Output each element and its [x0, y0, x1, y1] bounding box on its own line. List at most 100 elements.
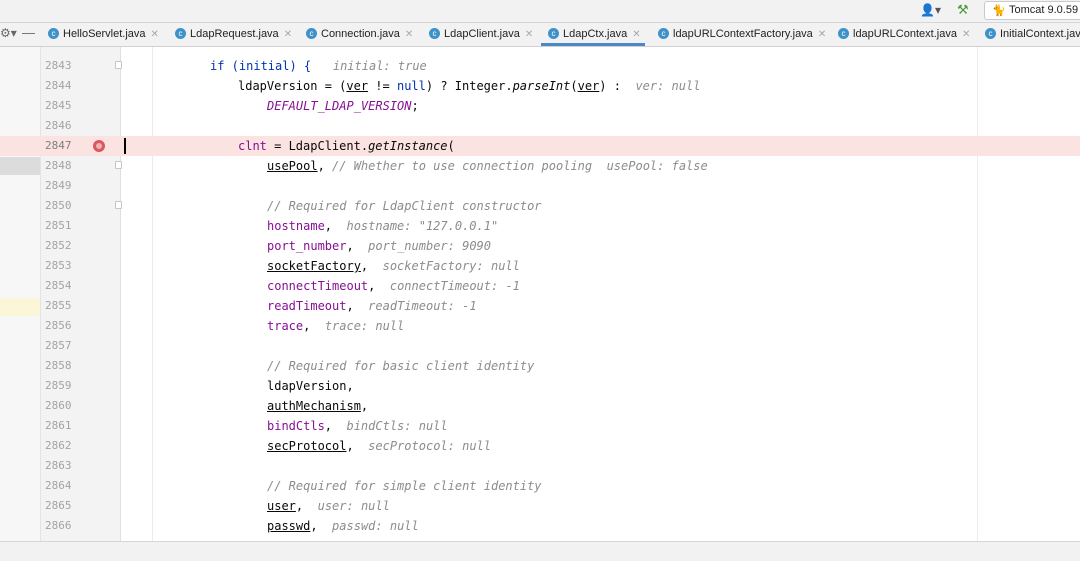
fold-icon[interactable]: [115, 161, 122, 169]
code-line[interactable]: 2857: [0, 336, 1080, 356]
code-line[interactable]: 2848 usePool, // Whether to use connecti…: [0, 156, 1080, 176]
close-icon[interactable]: ✕: [151, 29, 159, 40]
code-line[interactable]: 2855 readTimeout, readTimeout: -1: [0, 296, 1080, 316]
code-comment: // Required for basic client identity: [267, 359, 535, 373]
close-icon[interactable]: ✕: [818, 29, 826, 40]
breakpoint-icon[interactable]: [93, 140, 105, 152]
code-token: trace: [267, 319, 304, 333]
code-line[interactable]: 2846: [0, 116, 1080, 136]
code-token: getInstance: [368, 139, 448, 153]
inline-debug-value: secProtocol: null: [368, 439, 491, 453]
run-config-label: Tomcat 9.0.59: [1009, 4, 1079, 16]
tab-ldaprequest[interactable]: c LdapRequest.java ✕: [175, 23, 292, 46]
close-icon[interactable]: ✕: [405, 29, 413, 40]
code-line[interactable]: 2851 hostname, hostname: "127.0.0.1": [0, 216, 1080, 236]
tab-helloservlet[interactable]: c HelloServlet.java ✕: [48, 23, 159, 46]
close-icon[interactable]: ✕: [632, 29, 640, 40]
code-line[interactable]: 2864 // Required for simple client ident…: [0, 476, 1080, 496]
class-icon: c: [985, 27, 996, 39]
inline-debug-value: usePool: false: [606, 159, 708, 173]
line-number: 2866: [45, 519, 72, 532]
line-number: 2862: [45, 439, 72, 452]
code-token: ) ? Integer.: [425, 79, 513, 93]
code-line[interactable]: 2860 authMechanism,: [0, 396, 1080, 416]
code-line[interactable]: 2854 connectTimeout, connectTimeout: -1: [0, 276, 1080, 296]
hammer-icon[interactable]: ⚒: [957, 2, 969, 18]
line-number: 2864: [45, 479, 72, 492]
tab-label: LdapCtx.java: [563, 28, 628, 40]
code-token: secProtocol: [267, 439, 347, 453]
code-comment: // Required for LdapClient constructor: [267, 199, 542, 213]
gear-icon[interactable]: ⚙▾: [0, 26, 17, 40]
line-number: 2856: [45, 319, 72, 332]
user-icon[interactable]: 👤▾: [920, 3, 941, 17]
code-token: ,: [303, 319, 311, 333]
code-line[interactable]: 2843 if (initial) { initial: true: [0, 56, 1080, 76]
line-number: 2859: [45, 379, 72, 392]
code-line[interactable]: 2852 port_number, port_number: 9090: [0, 236, 1080, 256]
code-token: ldapVersion = (: [238, 79, 347, 93]
inline-debug-value: passwd: null: [332, 519, 419, 533]
close-icon[interactable]: ✕: [525, 29, 533, 40]
code-line[interactable]: 2853 socketFactory, socketFactory: null: [0, 256, 1080, 276]
code-token: passwd: [267, 519, 311, 533]
class-icon: c: [658, 27, 669, 39]
code-comment: // Required for simple client identity: [267, 479, 542, 493]
line-number: 2850: [45, 199, 72, 212]
tab-ldapctx[interactable]: c LdapCtx.java ✕: [541, 23, 645, 46]
code-line[interactable]: 2856 trace, trace: null: [0, 316, 1080, 336]
tab-initialcontext[interactable]: c InitialContext.jav: [985, 23, 1080, 46]
tab-label: ldapURLContext.java: [853, 28, 957, 40]
fold-icon[interactable]: [115, 61, 122, 69]
code-token: DEFAULT_LDAP_VERSION: [267, 99, 412, 113]
line-number: 2861: [45, 419, 72, 432]
code-token: (: [570, 79, 578, 93]
top-toolbar: 👤▾ ⚒ 🐈 Tomcat 9.0.59: [0, 0, 1080, 23]
code-line[interactable]: 2845 DEFAULT_LDAP_VERSION;: [0, 96, 1080, 116]
code-token: if (initial) {: [210, 59, 312, 73]
inline-debug-value: port_number: 9090: [368, 239, 491, 253]
line-number: 2855: [45, 299, 72, 312]
code-comment: // Whether to use connection pooling: [332, 159, 593, 173]
code-line[interactable]: 2858 // Required for basic client identi…: [0, 356, 1080, 376]
close-icon[interactable]: ✕: [284, 29, 292, 40]
code-line[interactable]: 2859 ldapVersion,: [0, 376, 1080, 396]
tab-ldapurlcontextfactory[interactable]: c ldapURLContextFactory.java ✕: [658, 23, 826, 46]
code-line[interactable]: 2850 // Required for LdapClient construc…: [0, 196, 1080, 216]
code-token: ver: [346, 79, 369, 93]
minimize-icon[interactable]: —: [22, 25, 35, 40]
tab-label: HelloServlet.java: [63, 28, 146, 40]
tab-connection[interactable]: c Connection.java ✕: [306, 23, 413, 46]
code-token: ,: [346, 379, 354, 393]
tab-label: Connection.java: [321, 28, 400, 40]
class-icon: c: [429, 27, 440, 39]
code-token: socketFactory: [267, 259, 361, 273]
code-line[interactable]: 2865 user, user: null: [0, 496, 1080, 516]
code-line[interactable]: 2866 passwd, passwd: null: [0, 516, 1080, 536]
code-line-breakpoint[interactable]: 2847 clnt = LdapClient.getInstance(: [0, 136, 1080, 156]
code-line[interactable]: 2849: [0, 176, 1080, 196]
tab-label: InitialContext.jav: [1000, 28, 1080, 40]
class-icon: c: [548, 27, 559, 39]
close-icon[interactable]: ✕: [962, 29, 970, 40]
fold-icon[interactable]: [115, 201, 122, 209]
line-number: 2854: [45, 279, 72, 292]
line-number: 2847: [45, 139, 72, 152]
code-token: readTimeout: [267, 299, 347, 313]
line-number: 2852: [45, 239, 72, 252]
code-line[interactable]: 2863: [0, 456, 1080, 476]
code-token: ,: [295, 499, 304, 513]
run-configuration-selector[interactable]: 🐈 Tomcat 9.0.59: [984, 1, 1080, 20]
code-token: ,: [324, 219, 333, 233]
tab-ldapurlcontext[interactable]: c ldapURLContext.java ✕: [838, 23, 970, 46]
code-line[interactable]: 2862 secProtocol, secProtocol: null: [0, 436, 1080, 456]
code-token: = LdapClient.: [266, 139, 369, 153]
inline-debug-value: initial: true: [332, 59, 427, 73]
line-number: 2848: [45, 159, 72, 172]
code-token: ,: [360, 399, 369, 413]
tab-ldapclient[interactable]: c LdapClient.java ✕: [429, 23, 533, 46]
line-number: 2849: [45, 179, 72, 192]
inline-debug-value: socketFactory: null: [382, 259, 520, 273]
code-line[interactable]: 2844 ldapVersion = (ver != null) ? Integ…: [0, 76, 1080, 96]
code-line[interactable]: 2861 bindCtls, bindCtls: null: [0, 416, 1080, 436]
